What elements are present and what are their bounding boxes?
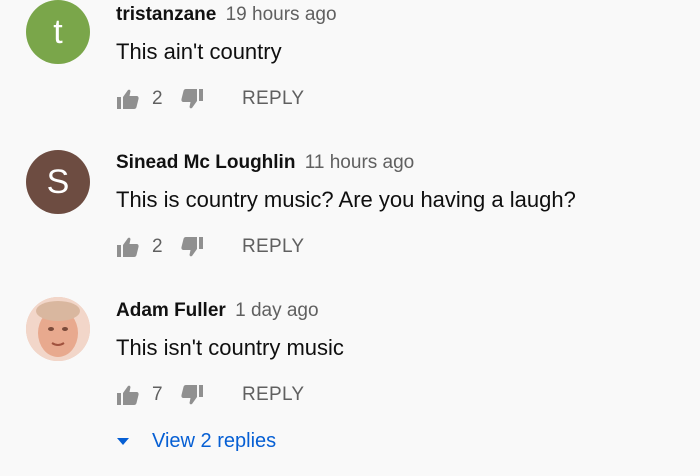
like-count: 2 — [152, 88, 163, 109]
comment-header: Sinead Mc Loughlin 11 hours ago — [116, 151, 414, 175]
like-count: 7 — [152, 384, 163, 405]
comment-actions: 7 REPLY — [116, 382, 304, 408]
comment-time[interactable]: 11 hours ago — [305, 152, 415, 173]
avatar[interactable] — [26, 297, 90, 361]
caret-down-icon — [117, 438, 129, 445]
comment-actions: 2 REPLY — [116, 234, 304, 260]
reply-button[interactable]: REPLY — [242, 88, 304, 110]
comment-header: tristanzane 19 hours ago — [116, 3, 337, 27]
comment-header: Adam Fuller 1 day ago — [116, 299, 319, 323]
reply-button[interactable]: REPLY — [242, 236, 304, 258]
thumbs-down-icon[interactable] — [180, 384, 204, 406]
comment-text: This ain't country — [116, 39, 282, 64]
thumbs-up-icon[interactable] — [116, 88, 140, 110]
reply-button[interactable]: REPLY — [242, 384, 304, 406]
avatar[interactable]: S — [26, 150, 90, 214]
comment-author[interactable]: Sinead Mc Loughlin — [116, 152, 295, 173]
thumbs-up-icon[interactable] — [116, 236, 140, 258]
comment-text: This isn't country music — [116, 335, 344, 360]
view-replies-button[interactable]: View 2 replies — [116, 428, 276, 454]
thumbs-up-icon[interactable] — [116, 384, 140, 406]
comment-text: This is country music? Are you having a … — [116, 187, 576, 212]
thumbs-down-icon[interactable] — [180, 236, 204, 258]
avatar-letter: t — [53, 12, 63, 51]
profile-photo-icon — [26, 297, 90, 361]
comment-author[interactable]: tristanzane — [116, 4, 216, 25]
comment-time[interactable]: 19 hours ago — [226, 4, 337, 25]
view-replies-label: View 2 replies — [152, 429, 277, 452]
comment-author[interactable]: Adam Fuller — [116, 300, 226, 321]
avatar-letter: S — [46, 162, 70, 201]
comment-time[interactable]: 1 day ago — [235, 300, 318, 321]
like-count: 2 — [152, 236, 163, 257]
avatar[interactable]: t — [26, 0, 90, 64]
thumbs-down-icon[interactable] — [180, 88, 204, 110]
comment-actions: 2 REPLY — [116, 86, 304, 112]
